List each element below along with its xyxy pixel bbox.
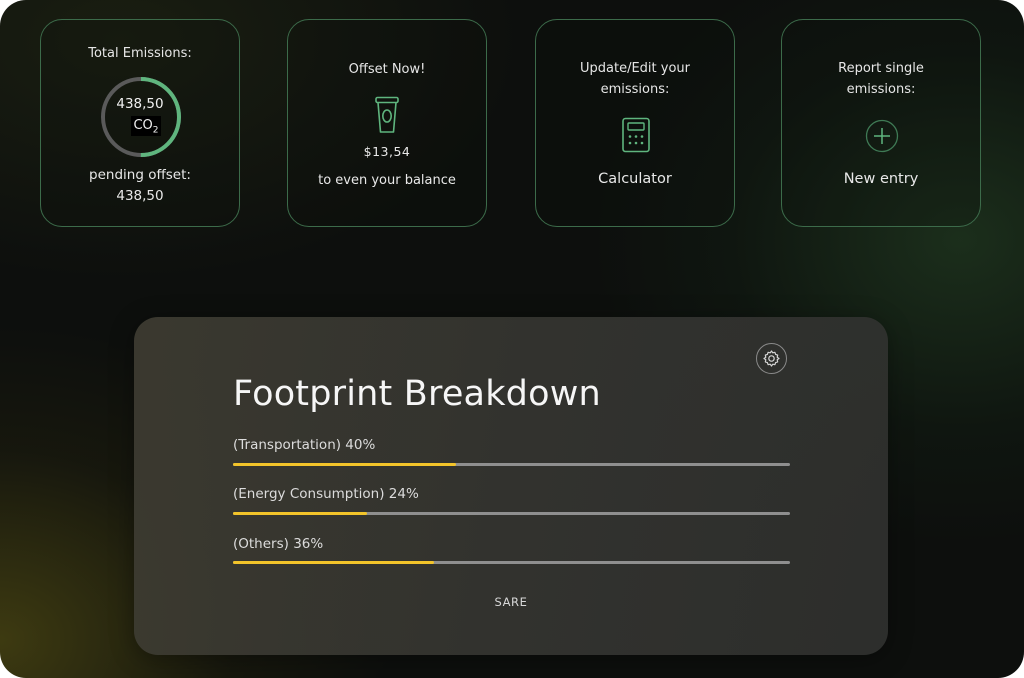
total-emissions-card: Total Emissions: 438,50 CO2 pending offs… <box>40 19 240 227</box>
calculator-icon <box>622 117 650 153</box>
calculator-button-label[interactable]: Calculator <box>536 171 734 187</box>
emissions-unit-subscript: 2 <box>152 125 159 136</box>
total-emissions-title: Total Emissions: <box>88 46 192 61</box>
breakdown-bar-fill-transportation <box>233 463 456 466</box>
total-emissions-value: 438,50 <box>116 96 164 112</box>
new-entry-card[interactable]: Report single emissions: New entry <box>781 19 981 227</box>
new-entry-card-title: Report single emissions: <box>838 61 924 97</box>
plus-circle-icon[interactable] <box>865 119 899 153</box>
gear-icon <box>763 350 780 367</box>
calculator-card[interactable]: Update/Edit your emissions: Calculator <box>535 19 735 227</box>
offset-price: $13,54 <box>363 144 411 159</box>
emissions-unit: CO2 <box>131 116 161 136</box>
breakdown-label-energy: (Energy Consumption) 24% <box>233 486 419 502</box>
settings-button[interactable] <box>756 343 787 374</box>
app-window: Total Emissions: 438,50 CO2 pending offs… <box>0 0 1024 678</box>
footprint-breakdown-panel: Footprint Breakdown (Transportation) 40%… <box>134 317 888 655</box>
emissions-unit-text: CO <box>133 118 153 133</box>
offset-subtitle: to even your balance <box>318 173 456 188</box>
offset-now-card[interactable]: Offset Now! $13,54 to even your balance <box>287 19 487 227</box>
breakdown-bar-others <box>233 561 790 564</box>
breakdown-bar-energy <box>233 512 790 515</box>
calculator-card-title: Update/Edit your emissions: <box>580 61 690 97</box>
save-button[interactable]: SARE <box>461 591 561 613</box>
panel-title: Footprint Breakdown <box>233 374 601 414</box>
pending-offset-label: pending offset: <box>89 167 191 183</box>
offset-now-title: Offset Now! <box>348 62 426 77</box>
breakdown-label-others: (Others) 36% <box>233 536 324 552</box>
breakdown-bar-transportation <box>233 463 790 466</box>
breakdown-bar-fill-others <box>233 561 434 564</box>
pending-offset-value: 438,50 <box>116 188 164 204</box>
coffee-cup-icon <box>375 96 399 133</box>
breakdown-label-transportation: (Transportation) 40% <box>233 437 376 453</box>
breakdown-bar-fill-energy <box>233 512 367 515</box>
new-entry-button-label[interactable]: New entry <box>782 171 980 187</box>
